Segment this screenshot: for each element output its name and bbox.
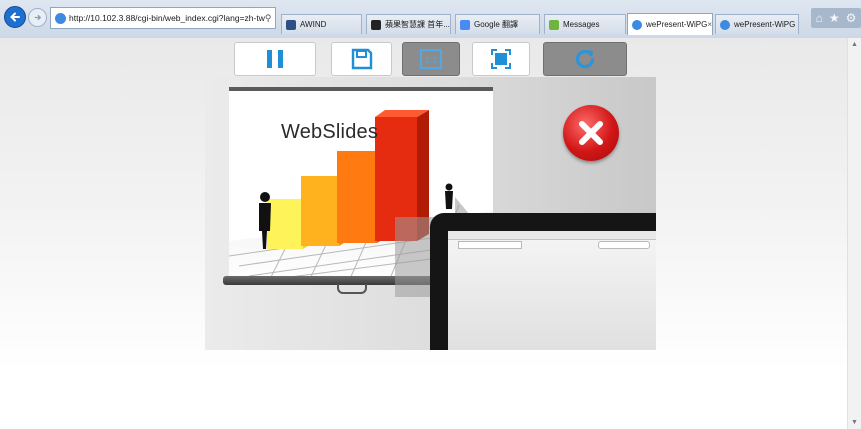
svg-text:1:1: 1:1 <box>425 55 438 65</box>
back-button[interactable] <box>4 6 26 28</box>
tab-label: Google 翻譯 <box>474 20 519 29</box>
messages-favicon-icon <box>549 19 559 30</box>
home-icon[interactable]: ⌂ <box>816 11 823 25</box>
tablet-status-bar <box>448 231 656 240</box>
scroll-up-icon[interactable]: ▲ <box>848 38 861 51</box>
refresh-icon <box>576 49 595 69</box>
tab-label: Messages <box>563 20 600 29</box>
save-icon <box>351 48 372 70</box>
refresh-icon[interactable]: ↻ <box>275 13 276 24</box>
search-icon[interactable]: ⚲ <box>265 13 272 24</box>
awind-favicon-icon <box>286 19 296 30</box>
tablet-search-field <box>598 241 650 249</box>
tab-wepresent[interactable]: wePresent-WiPG <box>715 14 799 34</box>
close-badge[interactable] <box>563 105 619 161</box>
close-tab-icon[interactable]: × <box>707 20 712 29</box>
vertical-scrollbar[interactable]: ▲ ▼ <box>847 38 861 429</box>
page-favicon-icon <box>55 12 66 24</box>
arrow-left-icon <box>10 12 20 22</box>
tab-label: wePresent-WiPG <box>734 20 796 29</box>
tab-yahoo[interactable]: 蘋果智慧課 首年... <box>366 14 451 34</box>
projector-handle <box>337 284 367 294</box>
address-bar[interactable]: http://10.102.3.88/cgi-bin/web_index.cgi… <box>50 7 276 29</box>
browser-chrome: http://10.102.3.88/cgi-bin/web_index.cgi… <box>0 0 861 39</box>
ie-favicon-icon <box>632 19 642 30</box>
actual-size-icon: 1:1 <box>420 49 442 69</box>
address-text: http://10.102.3.88/cgi-bin/web_index.cgi… <box>69 13 265 23</box>
translate-favicon-icon <box>460 19 470 30</box>
scroll-down-icon[interactable]: ▼ <box>848 416 861 429</box>
yahoo-favicon-icon <box>371 19 381 30</box>
tab-label: wePresent-WiPG <box>646 20 708 29</box>
slide-title: WebSlides <box>281 121 379 143</box>
refresh-button[interactable] <box>543 42 627 76</box>
tab-google-translate[interactable]: Google 翻譯 <box>455 14 540 34</box>
tab-awind[interactable]: AWIND <box>281 14 362 34</box>
tablet-url-field <box>458 241 522 249</box>
pause-icon <box>267 50 283 68</box>
save-button[interactable] <box>331 42 392 76</box>
browser-tools: ⌂ ★ ⚙ <box>811 8 861 28</box>
tab-messages[interactable]: Messages <box>544 14 626 34</box>
fullscreen-button[interactable] <box>472 42 530 76</box>
actual-size-button[interactable]: 1:1 <box>402 42 460 76</box>
pause-button[interactable] <box>234 42 316 76</box>
tab-label: AWIND <box>300 20 327 29</box>
ie-favicon-icon <box>720 19 730 30</box>
gear-icon[interactable]: ⚙ <box>846 11 857 25</box>
tablet-screen <box>448 231 656 350</box>
presentation-preview: WebSlides <box>205 77 656 350</box>
forward-button[interactable] <box>28 8 47 27</box>
tablet-device <box>430 213 656 350</box>
close-icon <box>579 121 603 145</box>
star-icon[interactable]: ★ <box>829 11 840 25</box>
arrow-right-icon <box>34 14 42 21</box>
tab-wepresent-active[interactable]: wePresent-WiPG × <box>627 13 713 35</box>
tab-label: 蘋果智慧課 首年... <box>385 20 450 29</box>
fullscreen-icon <box>491 49 511 69</box>
